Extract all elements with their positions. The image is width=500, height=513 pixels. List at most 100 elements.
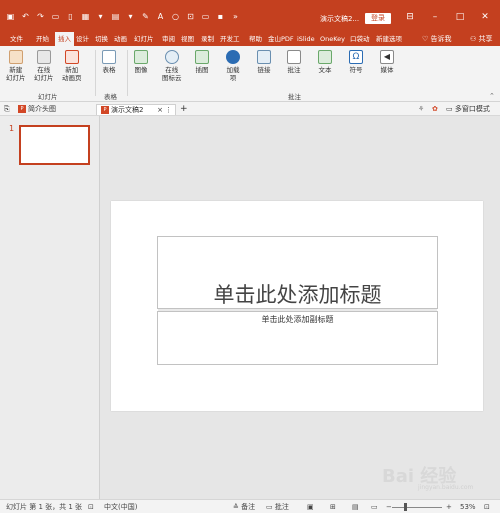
tab-file[interactable]: 文件 <box>10 32 23 46</box>
doc-tab-intro[interactable]: P 简介头图 <box>18 104 56 115</box>
slideshow-icon[interactable]: ▭ <box>51 12 60 21</box>
comment-icon: ▭ <box>266 503 275 511</box>
qat-customize-icon[interactable]: » <box>231 12 240 21</box>
window-icon: ▭ <box>446 105 455 113</box>
qat-icon-8[interactable]: ▤ <box>111 12 120 21</box>
language-indicator[interactable]: 中文(中国) <box>104 502 137 512</box>
maximize-icon[interactable]: □ <box>453 10 467 24</box>
illustrations-button[interactable]: 插图 <box>195 50 209 74</box>
slide-sorter-icon[interactable]: ⊞ <box>330 502 336 512</box>
ppt-file-icon: P <box>18 105 26 113</box>
redo-icon[interactable]: ↷ <box>36 12 45 21</box>
tab-transitions[interactable]: 切换 <box>95 32 108 46</box>
person-icon: ⚇ <box>470 35 479 43</box>
notes-button[interactable]: ≙ 备注 <box>233 502 255 512</box>
table-icon <box>102 50 116 64</box>
tab-record[interactable]: 录制 <box>201 32 214 46</box>
minimize-icon[interactable]: – <box>428 10 442 24</box>
new-doc-icon[interactable]: ▯ <box>66 12 75 21</box>
zoom-slider-thumb[interactable] <box>404 503 407 511</box>
qat-icon-9[interactable]: ▾ <box>126 12 135 21</box>
notes-icon: ≙ <box>233 503 242 511</box>
doc-tab-presentation2[interactable]: P 演示文稿2 × ⋮ <box>96 104 176 115</box>
comment-icon <box>287 50 301 64</box>
tab-animations[interactable]: 动画 <box>114 32 127 46</box>
save-icon[interactable]: ▣ <box>6 12 15 21</box>
omega-icon: Ω <box>349 50 363 64</box>
tab-tools-icon[interactable]: ⚘ <box>418 104 424 115</box>
online-icons-button[interactable]: 在线 图标云 <box>162 50 182 82</box>
media-button[interactable]: ◀ 媒体 <box>380 50 394 74</box>
subtitle-placeholder[interactable]: 单击此处添加副标题 <box>157 311 438 365</box>
links-button[interactable]: 链接 <box>257 50 271 74</box>
tab-design[interactable]: 设计 <box>76 32 89 46</box>
group-label-slides: 幻灯片 <box>38 93 58 101</box>
online-slide-button[interactable]: 在线 幻灯片 <box>34 50 54 82</box>
accessibility-icon[interactable]: ⊡ <box>88 502 94 512</box>
document-title: 演示文稿2... <box>320 15 360 23</box>
tab-list-icon[interactable]: ⎘ <box>4 104 10 115</box>
qat-icon-15[interactable]: ▪ <box>216 12 225 21</box>
table-button[interactable]: 表格 <box>102 50 116 74</box>
tab-pocket-animation[interactable]: 口袋动 <box>350 32 370 46</box>
tab-home[interactable]: 开始 <box>36 32 49 46</box>
tell-me-search[interactable]: ♡ 告诉我 <box>422 32 452 46</box>
tab-slideshow[interactable]: 幻灯片 <box>134 32 154 46</box>
tab-developer[interactable]: 开发工 <box>220 32 240 46</box>
watermark-url: jingyan.baidu.com <box>418 484 474 491</box>
collapse-ribbon-icon[interactable]: ⌃ <box>489 92 495 100</box>
slideshow-view-icon[interactable]: ▭ <box>371 502 378 512</box>
settings-icon[interactable]: ✿ <box>432 104 438 115</box>
reading-view-icon[interactable]: ▤ <box>352 502 359 512</box>
zoom-out-button[interactable]: − <box>386 502 392 512</box>
ribbon-separator <box>127 50 128 96</box>
multi-window-button[interactable]: ▭ 多窗口模式 <box>446 104 490 115</box>
text-button[interactable]: 文本 <box>318 50 332 74</box>
share-button[interactable]: ⚇ 共享 <box>470 32 493 46</box>
close-tab-icon[interactable]: × <box>157 105 163 116</box>
fit-to-window-icon[interactable]: ⊡ <box>484 502 490 512</box>
normal-view-icon[interactable]: ▣ <box>307 502 314 512</box>
qat-icon-10[interactable]: ✎ <box>141 12 150 21</box>
zoom-level[interactable]: 53% <box>460 502 476 512</box>
tab-menu-icon[interactable]: ⋮ <box>165 105 172 116</box>
slide-thumbnail[interactable] <box>19 125 90 165</box>
tab-view[interactable]: 视图 <box>181 32 194 46</box>
tab-islide[interactable]: iSlide <box>297 32 315 46</box>
tab-insert[interactable]: 插入 <box>55 32 74 46</box>
new-slide-button[interactable]: 新建 幻灯片 <box>6 50 26 82</box>
subtitle-placeholder-text: 单击此处添加副标题 <box>261 315 334 324</box>
qat-icon-13[interactable]: ⊡ <box>186 12 195 21</box>
qat-icon-14[interactable]: ▭ <box>201 12 210 21</box>
slide-number: 1 <box>9 124 15 133</box>
login-button[interactable]: 登录 <box>365 13 391 24</box>
add-tab-button[interactable]: + <box>180 104 188 115</box>
qat-icon-12[interactable]: ○ <box>171 12 180 21</box>
symbols-button[interactable]: Ω 符号 <box>349 50 363 74</box>
comments-button[interactable]: ▭ 批注 <box>266 502 289 512</box>
image-button[interactable]: 图像 <box>134 50 148 74</box>
comment-button[interactable]: 批注 <box>287 50 301 74</box>
addins-button[interactable]: 加载 项 <box>226 50 240 82</box>
qat-icon-6[interactable]: ▦ <box>81 12 90 21</box>
qat-icon-11[interactable]: A <box>156 12 165 21</box>
zoom-slider[interactable] <box>392 507 442 508</box>
title-placeholder[interactable]: 单击此处添加标题 <box>157 236 438 309</box>
tab-help[interactable]: 帮助 <box>249 32 262 46</box>
ribbon-display-icon[interactable]: ⊟ <box>403 10 417 24</box>
zoom-in-button[interactable]: + <box>446 502 452 512</box>
ribbon-tabs: 文件 开始 插入 设计 切换 动画 幻灯片 审阅 视图 录制 开发工 帮助 金山… <box>0 32 500 46</box>
undo-icon[interactable]: ↶ <box>21 12 30 21</box>
speaker-icon: ◀ <box>380 50 394 64</box>
new-animated-page-button[interactable]: 新加 动画页 <box>62 50 82 82</box>
tab-new-options[interactable]: 新建选项 <box>376 32 402 46</box>
status-bar: 幻灯片 第 1 张，共 1 张 ⊡ 中文(中国) ≙ 备注 ▭ 批注 ▣ ⊞ ▤… <box>0 499 500 513</box>
close-icon[interactable]: ✕ <box>478 10 492 24</box>
tab-review[interactable]: 审阅 <box>162 32 175 46</box>
tab-kingsoft-pdf[interactable]: 金山PDF <box>268 32 294 46</box>
online-slide-icon <box>36 50 51 64</box>
tab-onekey[interactable]: OneKey <box>320 32 345 46</box>
shapes-icon <box>195 50 209 64</box>
slide-canvas[interactable]: 单击此处添加标题 单击此处添加副标题 <box>111 201 483 411</box>
qat-icon-7[interactable]: ▾ <box>96 12 105 21</box>
